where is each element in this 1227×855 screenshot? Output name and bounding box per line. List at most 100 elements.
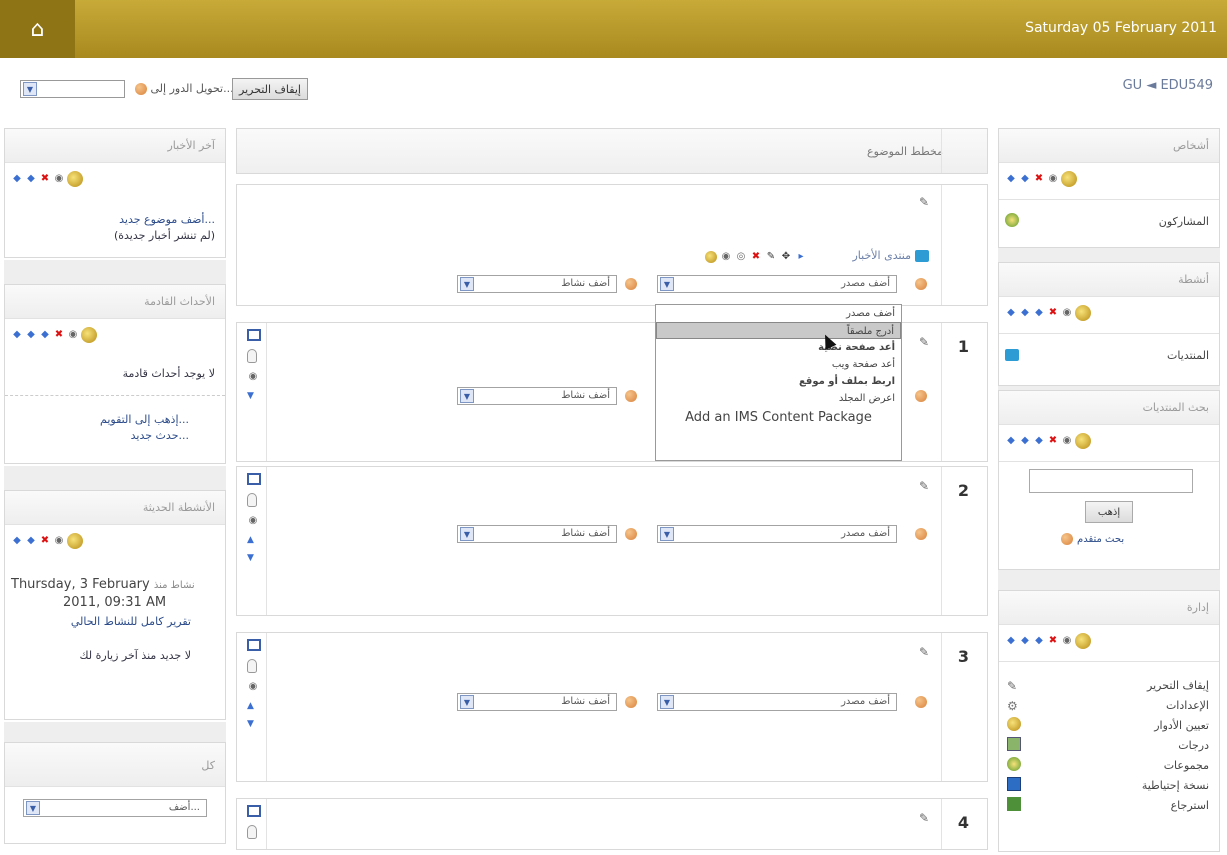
help-icon[interactable] bbox=[915, 390, 927, 402]
assign-roles-icon[interactable] bbox=[67, 533, 83, 549]
admin-item[interactable]: الإعدادات bbox=[1166, 699, 1209, 712]
hide-icon[interactable]: ◉ bbox=[53, 173, 65, 185]
move-icon[interactable]: ✥ bbox=[780, 251, 792, 263]
admin-item[interactable]: استرجاع bbox=[1171, 799, 1209, 812]
delete-icon[interactable]: ✖ bbox=[1047, 435, 1059, 447]
show-only-section-icon[interactable] bbox=[247, 639, 261, 651]
help-icon[interactable] bbox=[1061, 533, 1073, 545]
move-down-icon[interactable]: ◆ bbox=[1033, 435, 1045, 447]
help-icon[interactable] bbox=[625, 390, 637, 402]
add-activity-select[interactable]: أضف نشاط ▼ bbox=[457, 525, 617, 543]
admin-item[interactable]: إيقاف التحرير bbox=[1147, 679, 1209, 692]
move-down-icon[interactable]: ▼ bbox=[247, 391, 261, 401]
move-down-icon[interactable]: ▼ bbox=[247, 553, 261, 563]
hide-icon[interactable]: ◉ bbox=[247, 371, 259, 383]
edit-icon[interactable]: ✎ bbox=[765, 251, 777, 263]
add-activity-select[interactable]: أضف نشاط ▼ bbox=[457, 275, 617, 293]
move-right-icon[interactable]: ◆ bbox=[1005, 635, 1017, 647]
delete-icon[interactable]: ✖ bbox=[1047, 635, 1059, 647]
dropdown-option-selected[interactable]: أدرج ملصقاً bbox=[656, 322, 901, 339]
delete-icon[interactable]: ✖ bbox=[39, 173, 51, 185]
admin-item[interactable]: نسخة إحتياطية bbox=[1142, 779, 1209, 792]
move-down-icon[interactable]: ▼ bbox=[247, 719, 261, 729]
move-up-icon[interactable]: ▲ bbox=[247, 535, 261, 545]
assign-roles-icon[interactable] bbox=[67, 171, 83, 187]
add-resource-select[interactable]: أضف مصدر ▼ bbox=[657, 525, 897, 543]
help-icon[interactable] bbox=[625, 528, 637, 540]
home-icon[interactable]: ⌂ bbox=[0, 0, 75, 58]
show-only-section-icon[interactable] bbox=[247, 329, 261, 341]
help-icon[interactable] bbox=[135, 83, 147, 95]
help-icon[interactable] bbox=[915, 528, 927, 540]
calendar-link[interactable]: إذهب إلى التقويم... bbox=[100, 413, 189, 426]
move-down-icon[interactable]: ◆ bbox=[25, 535, 37, 547]
add-activity-select[interactable]: أضف نشاط ▼ bbox=[457, 387, 617, 405]
dropdown-option[interactable]: اعرض المجلد bbox=[656, 390, 901, 407]
participants-link[interactable]: المشاركون bbox=[1159, 215, 1209, 228]
hide-icon[interactable]: ◉ bbox=[720, 251, 732, 263]
highlight-icon[interactable] bbox=[247, 349, 257, 363]
indent-icon[interactable]: ▸ bbox=[795, 251, 807, 263]
add-resource-select[interactable]: أضف مصدر ▼ bbox=[657, 693, 897, 711]
admin-item[interactable]: مجموعات bbox=[1164, 759, 1209, 772]
add-resource-select[interactable]: أضف مصدر ▼ bbox=[657, 275, 897, 293]
chevron-down-icon[interactable]: ▼ bbox=[660, 527, 674, 541]
move-down-icon[interactable]: ◆ bbox=[1033, 635, 1045, 647]
move-left-icon[interactable]: ◆ bbox=[11, 329, 23, 341]
move-up-icon[interactable]: ◆ bbox=[25, 329, 37, 341]
move-left-icon[interactable]: ◆ bbox=[11, 173, 23, 185]
delete-icon[interactable]: ✖ bbox=[750, 251, 762, 263]
show-only-section-icon[interactable] bbox=[247, 473, 261, 485]
edit-summary-icon[interactable]: ✎ bbox=[919, 479, 929, 493]
move-down-icon[interactable]: ◆ bbox=[1019, 173, 1031, 185]
new-event-link[interactable]: حدث جديد... bbox=[131, 429, 189, 442]
chevron-down-icon[interactable]: ▼ bbox=[26, 801, 40, 815]
search-go-button[interactable]: إذهب bbox=[1085, 501, 1133, 523]
help-icon[interactable] bbox=[915, 278, 927, 290]
chevron-down-icon[interactable]: ▼ bbox=[460, 389, 474, 403]
hide-icon[interactable]: ◉ bbox=[247, 515, 259, 527]
resource-dropdown-list[interactable]: أضف مصدر أدرج ملصقاً أعد صفحة نصية أعد ص… bbox=[655, 304, 902, 461]
hide-icon[interactable]: ◉ bbox=[1061, 635, 1073, 647]
move-right-icon[interactable]: ◆ bbox=[1005, 173, 1017, 185]
add-activity-select[interactable]: أضف نشاط ▼ bbox=[457, 693, 617, 711]
dropdown-option[interactable]: اربط بملف أو موقع bbox=[656, 373, 901, 390]
chevron-down-icon[interactable]: ▼ bbox=[460, 695, 474, 709]
chevron-down-icon[interactable]: ▼ bbox=[460, 277, 474, 291]
assign-roles-icon[interactable] bbox=[81, 327, 97, 343]
help-icon[interactable] bbox=[625, 278, 637, 290]
assign-roles-icon[interactable] bbox=[1075, 305, 1091, 321]
news-forum-link[interactable]: منتدى الأخبار bbox=[852, 249, 911, 262]
chevron-down-icon[interactable]: ▼ bbox=[660, 277, 674, 291]
edit-summary-icon[interactable]: ✎ bbox=[919, 335, 929, 349]
assign-roles-icon[interactable] bbox=[705, 251, 717, 263]
advanced-search-link[interactable]: بحث متقدم bbox=[1077, 534, 1124, 545]
show-only-section-icon[interactable] bbox=[247, 805, 261, 817]
help-icon[interactable] bbox=[625, 696, 637, 708]
dropdown-option[interactable]: أعد صفحة ويب bbox=[656, 356, 901, 373]
move-right-icon[interactable]: ◆ bbox=[1005, 435, 1017, 447]
delete-icon[interactable]: ✖ bbox=[1033, 173, 1045, 185]
move-up-icon[interactable]: ◆ bbox=[1019, 307, 1031, 319]
chevron-down-icon[interactable]: ▼ bbox=[460, 527, 474, 541]
assign-roles-icon[interactable] bbox=[1075, 633, 1091, 649]
hide-icon[interactable]: ◉ bbox=[67, 329, 79, 341]
chevron-down-icon[interactable]: ▼ bbox=[660, 695, 674, 709]
highlight-icon[interactable] bbox=[247, 825, 257, 839]
help-icon[interactable] bbox=[915, 696, 927, 708]
edit-summary-icon[interactable]: ✎ bbox=[919, 645, 929, 659]
hide-icon[interactable]: ◉ bbox=[53, 535, 65, 547]
hide-icon[interactable]: ◉ bbox=[1061, 435, 1073, 447]
move-down-icon[interactable]: ◆ bbox=[25, 173, 37, 185]
edit-summary-icon[interactable]: ✎ bbox=[919, 195, 929, 209]
move-up-icon[interactable]: ▲ bbox=[247, 701, 261, 711]
admin-item[interactable]: تعيين الأدوار bbox=[1154, 719, 1209, 732]
move-up-icon[interactable]: ◆ bbox=[1019, 635, 1031, 647]
switch-role-select[interactable]: ▼ bbox=[20, 80, 125, 98]
assign-roles-icon[interactable] bbox=[1061, 171, 1077, 187]
dropdown-option[interactable]: Add an IMS Content Package bbox=[656, 407, 901, 429]
delete-icon[interactable]: ✖ bbox=[1047, 307, 1059, 319]
highlight-icon[interactable] bbox=[247, 493, 257, 507]
move-up-icon[interactable]: ◆ bbox=[1019, 435, 1031, 447]
chevron-down-icon[interactable]: ▼ bbox=[23, 82, 37, 96]
